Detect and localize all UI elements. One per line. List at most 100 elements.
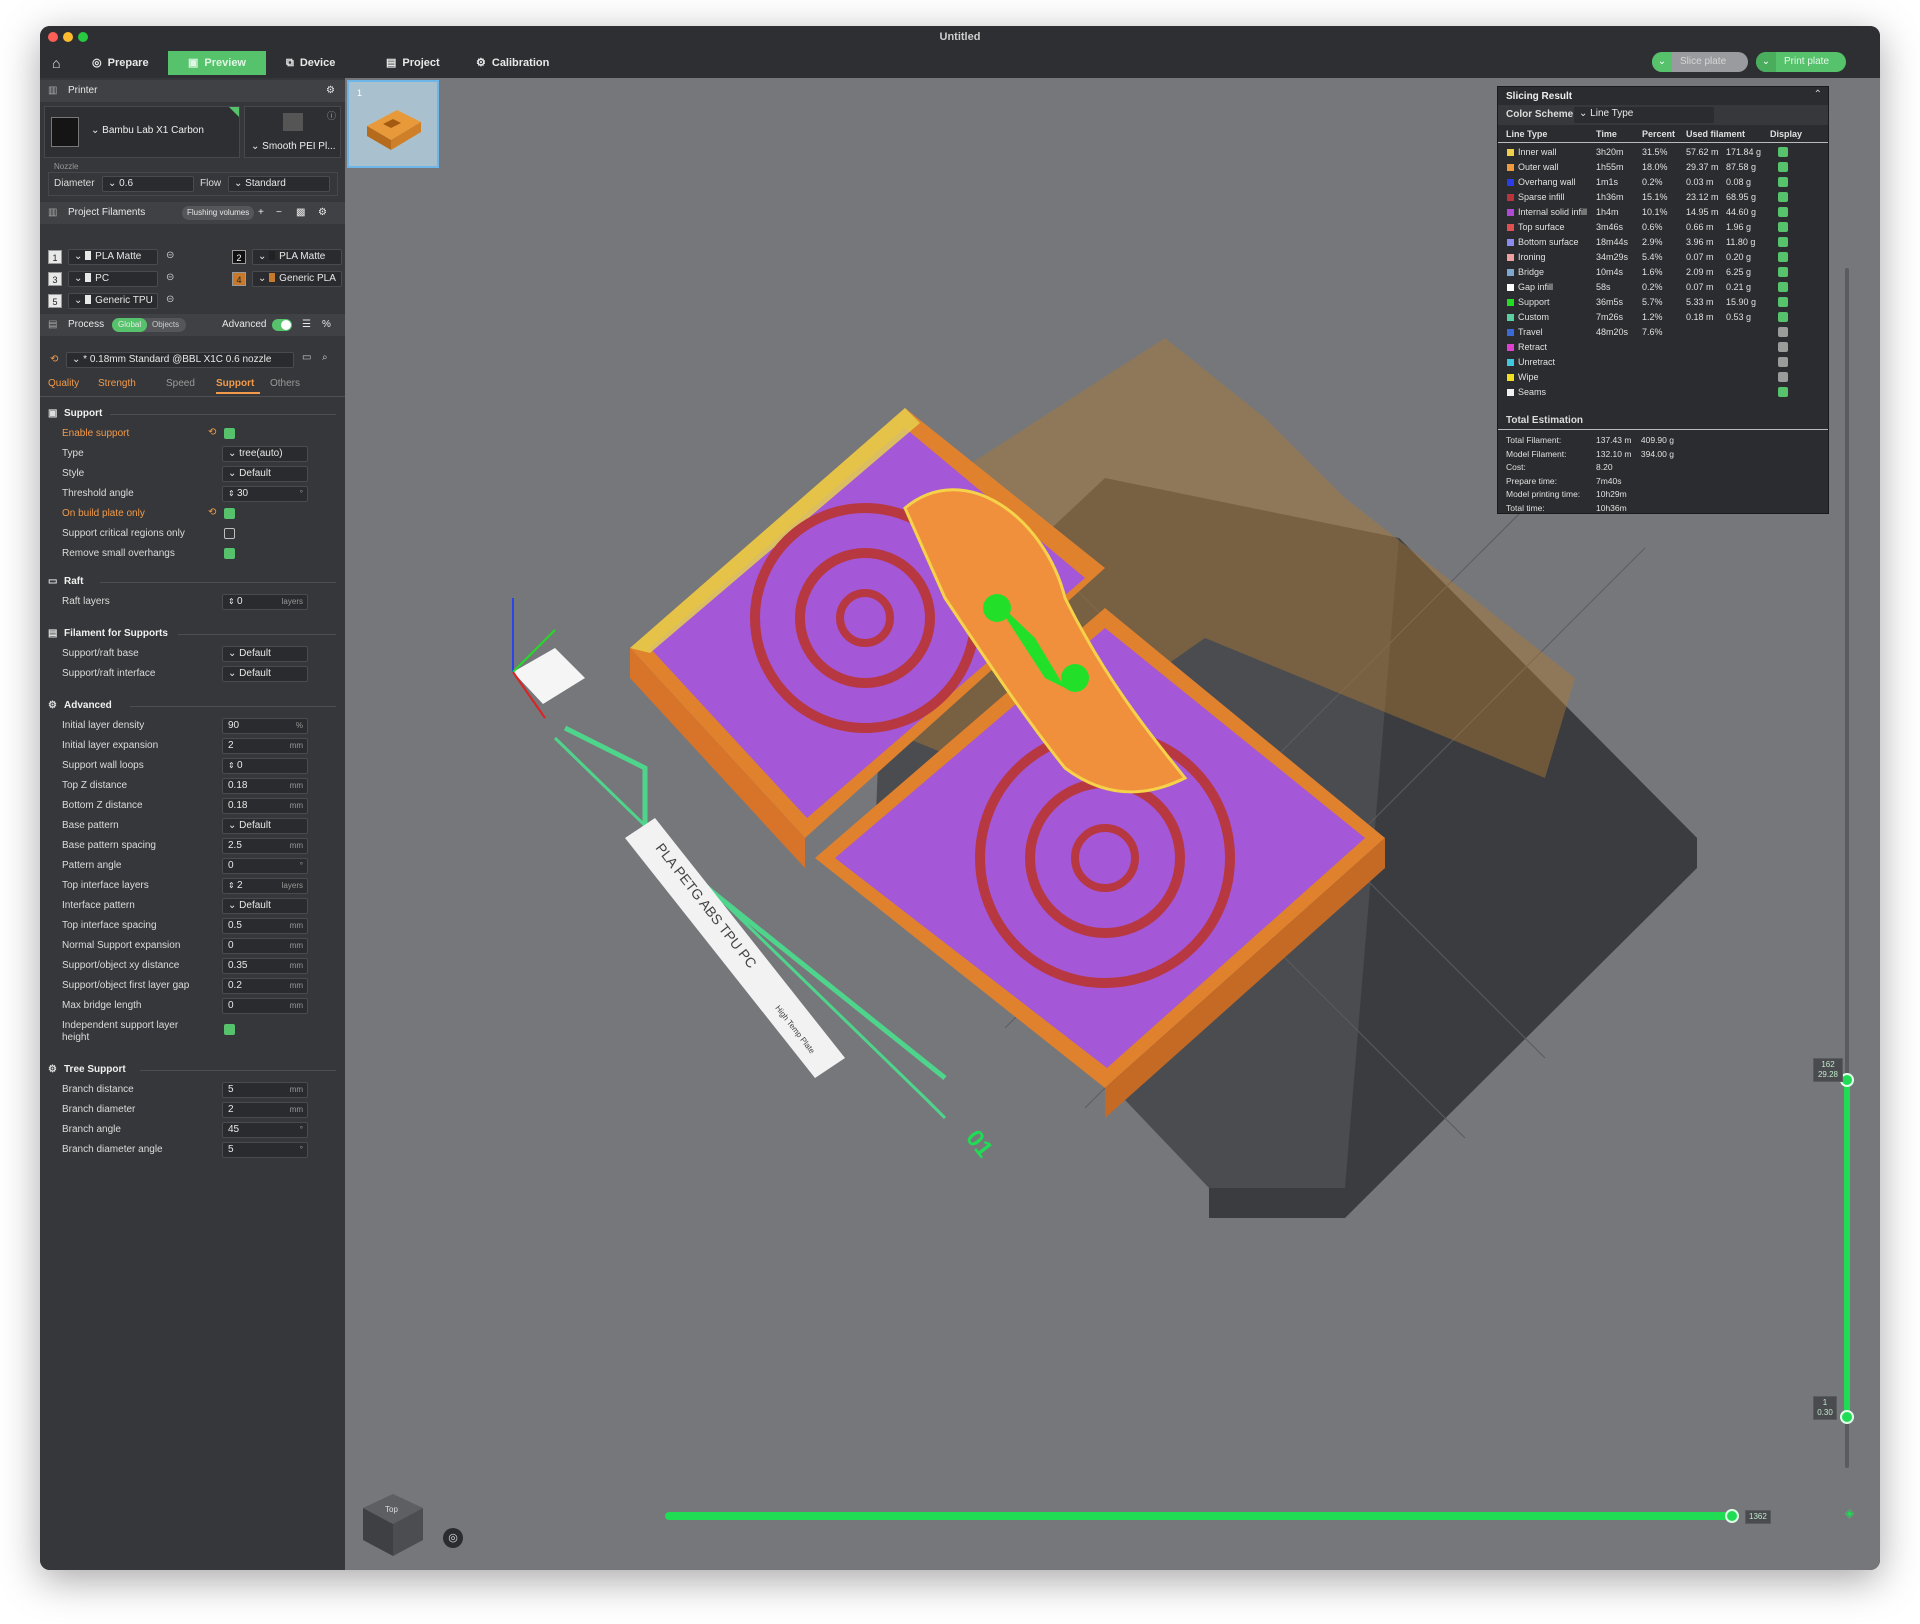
advanced-setting-input[interactable]: 90% xyxy=(222,718,308,734)
tree-support-setting-input[interactable]: 2 mm xyxy=(222,1102,308,1118)
independent-support-checkbox[interactable] xyxy=(224,1024,235,1035)
advanced-setting-input[interactable]: 0.35 mm xyxy=(222,958,308,974)
advanced-setting-input[interactable]: 0 mm xyxy=(222,938,308,954)
support-interface-select[interactable]: ⌄ Default xyxy=(222,666,308,682)
tab-speed[interactable]: Speed xyxy=(166,378,195,389)
compare-icon[interactable]: % xyxy=(322,314,331,336)
display-checkbox[interactable] xyxy=(1778,357,1788,367)
tree-support-setting-input[interactable]: 45 ° xyxy=(222,1122,308,1138)
printer-selector[interactable]: ⌄ Bambu Lab X1 Carbon xyxy=(44,106,240,158)
display-checkbox[interactable] xyxy=(1778,297,1788,307)
print-plate-button[interactable]: ⌄ Print plate xyxy=(1756,52,1846,72)
plate-selector[interactable]: ⓘ ⌄ Smooth PEI Pl... xyxy=(244,106,341,158)
tab-device[interactable]: ⧉ Device xyxy=(276,51,345,75)
spinner-icon[interactable]: ⇕ xyxy=(228,597,237,606)
display-checkbox[interactable] xyxy=(1778,387,1788,397)
layers-icon[interactable]: ◈ xyxy=(1845,1506,1854,1520)
filament-select[interactable]: ⌄ PC xyxy=(68,271,158,287)
display-checkbox[interactable] xyxy=(1778,207,1788,217)
camera-icon[interactable]: ◎ xyxy=(443,1528,463,1548)
spinner-icon[interactable]: ⇕ xyxy=(228,761,237,770)
advanced-setting-input[interactable]: 0.18 mm xyxy=(222,798,308,814)
enable-support-checkbox[interactable] xyxy=(224,428,235,439)
advanced-setting-input[interactable]: 2 mm xyxy=(222,738,308,754)
advanced-setting-input[interactable]: 0.2 mm xyxy=(222,978,308,994)
advanced-toggle[interactable] xyxy=(272,319,292,331)
advanced-setting-input[interactable]: 0 ° xyxy=(222,858,308,874)
list-icon[interactable]: ☰ xyxy=(302,314,311,336)
display-checkbox[interactable] xyxy=(1778,147,1788,157)
advanced-setting-input[interactable]: 0 mm xyxy=(222,998,308,1014)
tab-support[interactable]: Support xyxy=(216,378,254,389)
global-objects-toggle[interactable]: Global Objects xyxy=(112,318,186,332)
3d-viewport[interactable]: 1 PLA PETG ABS TPU PC High Temp Plate 01… xyxy=(345,78,1880,1570)
move-slider-handle[interactable] xyxy=(1725,1509,1739,1523)
tab-calibration[interactable]: ⚙ Calibration xyxy=(466,51,559,75)
critical-regions-checkbox[interactable] xyxy=(224,528,235,539)
build-plate-only-checkbox[interactable] xyxy=(224,508,235,519)
add-icon[interactable]: + xyxy=(258,202,264,224)
filament-select[interactable]: ⌄ PLA Matte xyxy=(252,249,342,265)
gear-icon[interactable]: ⚙ xyxy=(326,80,335,102)
spinner-icon[interactable]: ⇕ xyxy=(228,881,237,890)
close-window-button[interactable] xyxy=(48,32,58,42)
display-checkbox[interactable] xyxy=(1778,252,1788,262)
display-checkbox[interactable] xyxy=(1778,312,1788,322)
display-checkbox[interactable] xyxy=(1778,282,1788,292)
tree-support-setting-input[interactable]: 5 ° xyxy=(222,1142,308,1158)
advanced-setting-input[interactable]: 0.18 mm xyxy=(222,778,308,794)
filament-select[interactable]: ⌄ Generic TPU xyxy=(68,293,158,309)
process-preset-select[interactable]: ⌄ * 0.18mm Standard @BBL X1C 0.6 nozzle xyxy=(66,352,294,368)
filament-select[interactable]: ⌄ Generic PLA xyxy=(252,271,342,287)
tab-quality[interactable]: Quality xyxy=(48,378,79,389)
remove-filament-icon[interactable]: ⊝ xyxy=(166,272,174,283)
tab-others[interactable]: Others xyxy=(270,378,300,389)
display-checkbox[interactable] xyxy=(1778,162,1788,172)
global-toggle[interactable]: Global xyxy=(112,318,148,332)
threshold-angle-input[interactable]: ⇕ 30 ° xyxy=(222,486,308,502)
advanced-setting-input[interactable]: 0.5 mm xyxy=(222,918,308,934)
collapse-icon[interactable]: ⌃ xyxy=(1814,89,1822,100)
remove-filament-icon[interactable]: ⊝ xyxy=(166,294,174,305)
display-checkbox[interactable] xyxy=(1778,237,1788,247)
tab-prepare[interactable]: ◎ Prepare xyxy=(82,51,159,75)
home-icon[interactable]: ⌂ xyxy=(42,51,70,75)
advanced-setting-input[interactable]: ⌄ Default xyxy=(222,818,308,834)
tab-project[interactable]: ▤ Project xyxy=(376,51,450,75)
move-slider[interactable] xyxy=(665,1512,1733,1520)
layer-slider-bottom-handle[interactable] xyxy=(1840,1410,1854,1424)
search-icon[interactable]: ⌕ xyxy=(322,352,328,363)
minimize-window-button[interactable] xyxy=(63,32,73,42)
view-cube[interactable]: Top xyxy=(353,1486,433,1566)
flow-select[interactable]: ⌄ Standard xyxy=(228,176,330,192)
advanced-setting-input[interactable]: ⇕ 0 xyxy=(222,758,308,774)
tree-support-setting-input[interactable]: 5 mm xyxy=(222,1082,308,1098)
objects-toggle[interactable]: Objects xyxy=(152,318,179,332)
remove-icon[interactable]: − xyxy=(276,202,282,224)
support-base-select[interactable]: ⌄ Default xyxy=(222,646,308,662)
advanced-setting-input[interactable]: ⌄ Default xyxy=(222,898,308,914)
reset-icon[interactable]: ⟲ xyxy=(50,354,58,365)
raft-layers-input[interactable]: ⇕ 0 layers xyxy=(222,594,308,610)
advanced-setting-input[interactable]: 2.5 mm xyxy=(222,838,308,854)
save-icon[interactable]: ▭ xyxy=(302,352,311,363)
remove-filament-icon[interactable]: ⊝ xyxy=(166,250,174,261)
gear-icon[interactable]: ⚙ xyxy=(318,202,327,224)
flushing-volumes-button[interactable]: Flushing volumes xyxy=(182,206,255,220)
reset-icon[interactable]: ⟲ xyxy=(208,427,216,438)
spinner-icon[interactable]: ⇕ xyxy=(228,489,237,498)
tab-preview[interactable]: ▣ Preview xyxy=(168,51,266,75)
reset-icon[interactable]: ⟲ xyxy=(208,507,216,518)
display-checkbox[interactable] xyxy=(1778,327,1788,337)
tab-strength[interactable]: Strength xyxy=(98,378,136,389)
display-checkbox[interactable] xyxy=(1778,267,1788,277)
slice-plate-button[interactable]: ⌄ Slice plate xyxy=(1652,52,1748,72)
filament-select[interactable]: ⌄ PLA Matte xyxy=(68,249,158,265)
remove-small-overhangs-checkbox[interactable] xyxy=(224,548,235,559)
display-checkbox[interactable] xyxy=(1778,192,1788,202)
layer-slider-range[interactable] xyxy=(1844,1078,1850,1418)
advanced-setting-input[interactable]: ⇕ 2 layers xyxy=(222,878,308,894)
zoom-window-button[interactable] xyxy=(78,32,88,42)
support-style-select[interactable]: ⌄ Default xyxy=(222,466,308,482)
display-checkbox[interactable] xyxy=(1778,372,1788,382)
